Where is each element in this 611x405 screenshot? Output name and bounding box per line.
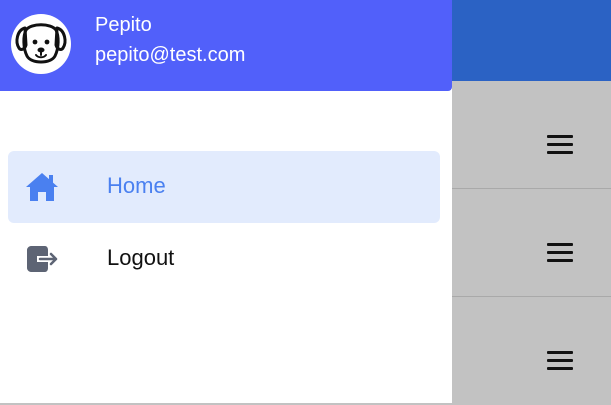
- nav-item-label: Home: [107, 173, 166, 198]
- drawer-header: Pepito pepito@test.com: [0, 0, 452, 91]
- menu-icon: [547, 351, 573, 371]
- home-icon: [24, 169, 60, 205]
- menu-icon: [547, 135, 573, 155]
- nav-item-label: Logout: [107, 245, 175, 270]
- nav-item-logout[interactable]: Logout: [8, 223, 440, 295]
- menu-icon: [547, 243, 573, 263]
- avatar[interactable]: [11, 14, 71, 74]
- nav-item-home[interactable]: Home: [8, 151, 440, 223]
- dog-icon: [15, 23, 67, 64]
- logout-icon: [24, 241, 60, 277]
- user-name: Pepito: [95, 14, 152, 36]
- user-email: pepito@test.com: [95, 44, 246, 66]
- navigation-drawer: Pepito pepito@test.com Home Logout: [0, 0, 452, 403]
